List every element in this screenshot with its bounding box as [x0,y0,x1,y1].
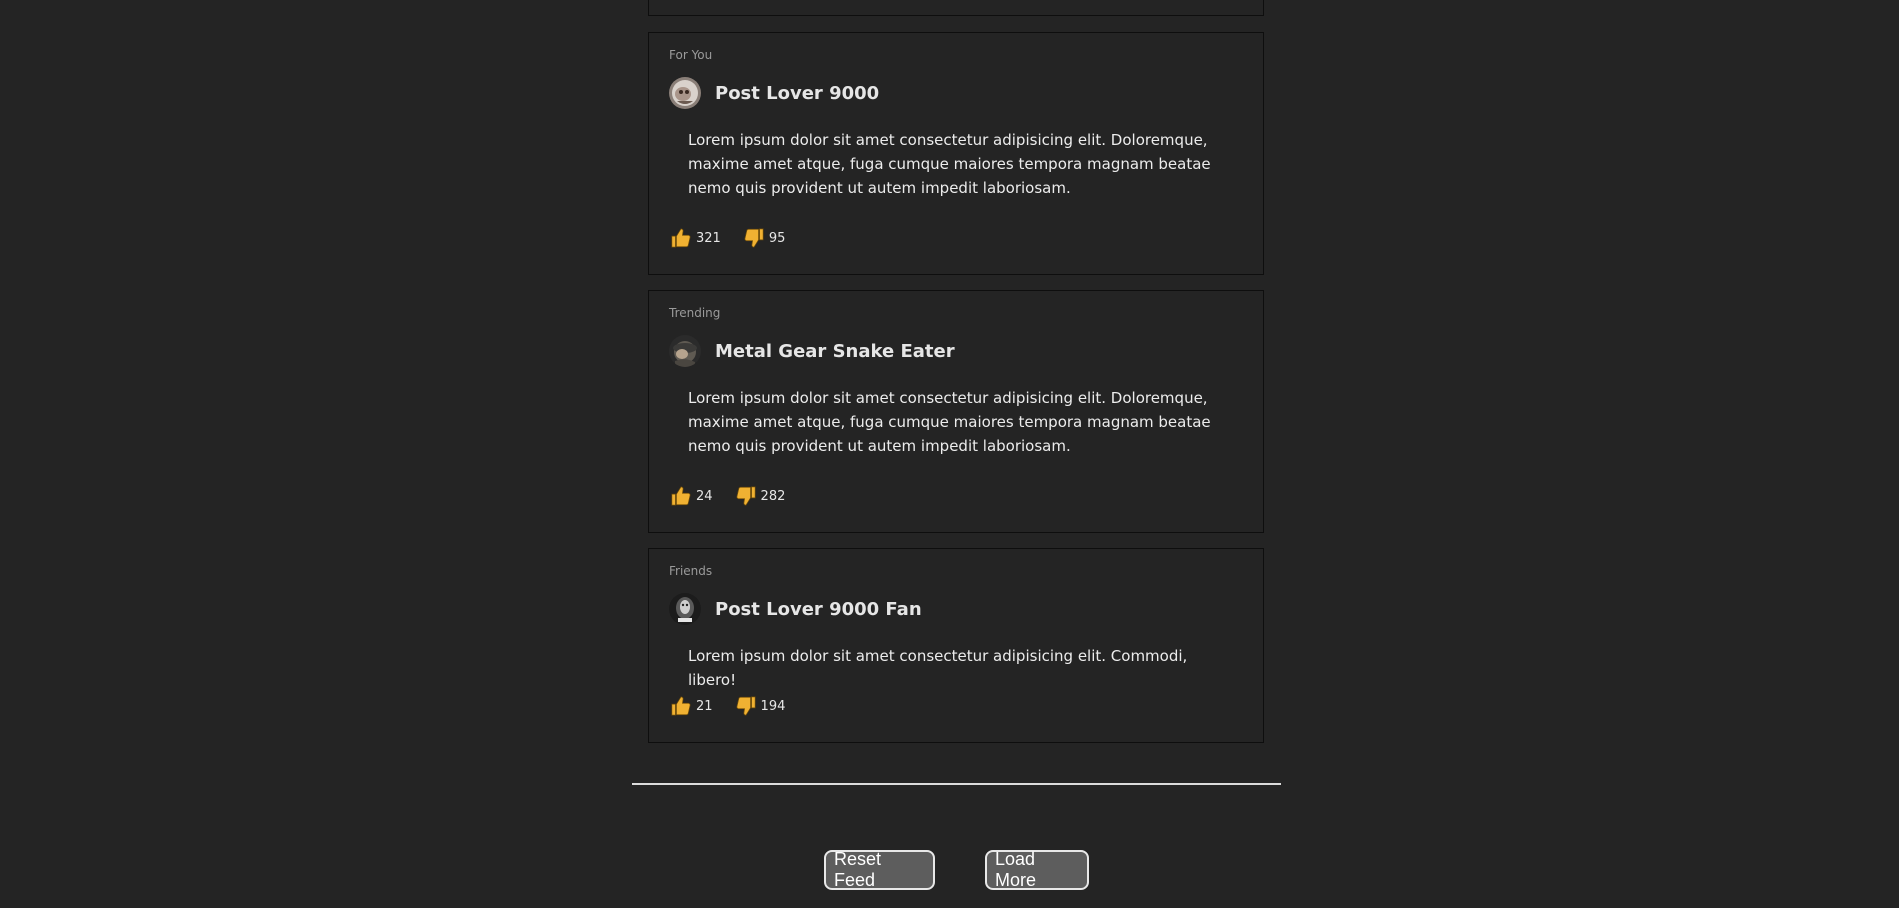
like-button[interactable]: 321 [670,227,721,249]
post-body: Lorem ipsum dolor sit amet consectetur a… [688,389,1211,455]
thumbs-up-icon [671,486,691,506]
avatar[interactable] [669,593,701,625]
post-category: Trending [669,306,721,320]
avatar[interactable] [669,77,701,109]
avatar-image [669,593,701,625]
thumbs-down-icon [736,696,756,716]
like-button[interactable]: 21 [670,695,713,717]
like-button[interactable]: 24 [670,485,713,507]
post-body: Lorem ipsum dolor sit amet consectetur a… [688,131,1211,197]
like-count: 21 [696,698,713,714]
post-header: Post Lover 9000 Fan [669,593,922,625]
thumbs-up-icon [671,696,691,716]
dislike-button[interactable]: 194 [735,695,786,717]
post-category: For You [669,48,713,62]
post-card: For You Post Lover 9000 Lorem ipsum dolo… [648,32,1264,275]
post-card: Friends Post Lover 9000 Fan Lorem ipsum … [648,548,1264,743]
post-reactions: 321 95 [670,226,785,250]
avatar-image [669,335,701,367]
dislike-button[interactable]: 282 [735,485,786,507]
dislike-button[interactable]: 95 [743,227,786,249]
post-body: Lorem ipsum dolor sit amet consectetur a… [688,647,1188,689]
thumbs-down-icon [736,486,756,506]
post-reactions: 24 282 [670,484,785,508]
dislike-count: 95 [768,230,786,246]
thumbs-down-icon [744,228,764,248]
post-card-previous [648,0,1264,16]
post-reactions: 21 194 [670,694,785,718]
post-header: Post Lover 9000 [669,77,879,109]
avatar-image [669,77,701,109]
dislike-count: 194 [760,698,786,714]
dislike-count: 282 [760,488,786,504]
load-more-button[interactable]: Load More [985,849,1089,890]
like-count: 321 [696,230,721,246]
post-category: Friends [669,564,713,578]
post-author[interactable]: Metal Gear Snake Eater [715,341,955,362]
thumbs-up-icon [671,228,691,248]
post-author[interactable]: Post Lover 9000 Fan [715,599,922,620]
like-count: 24 [696,488,713,504]
post-card: Trending Metal Gear Snake Eater Lorem ip… [648,290,1264,533]
avatar[interactable] [669,335,701,367]
post-header: Metal Gear Snake Eater [669,335,955,367]
post-author[interactable]: Post Lover 9000 [715,83,879,104]
feed-divider [632,783,1281,785]
reset-feed-button[interactable]: Reset Feed [824,849,935,890]
